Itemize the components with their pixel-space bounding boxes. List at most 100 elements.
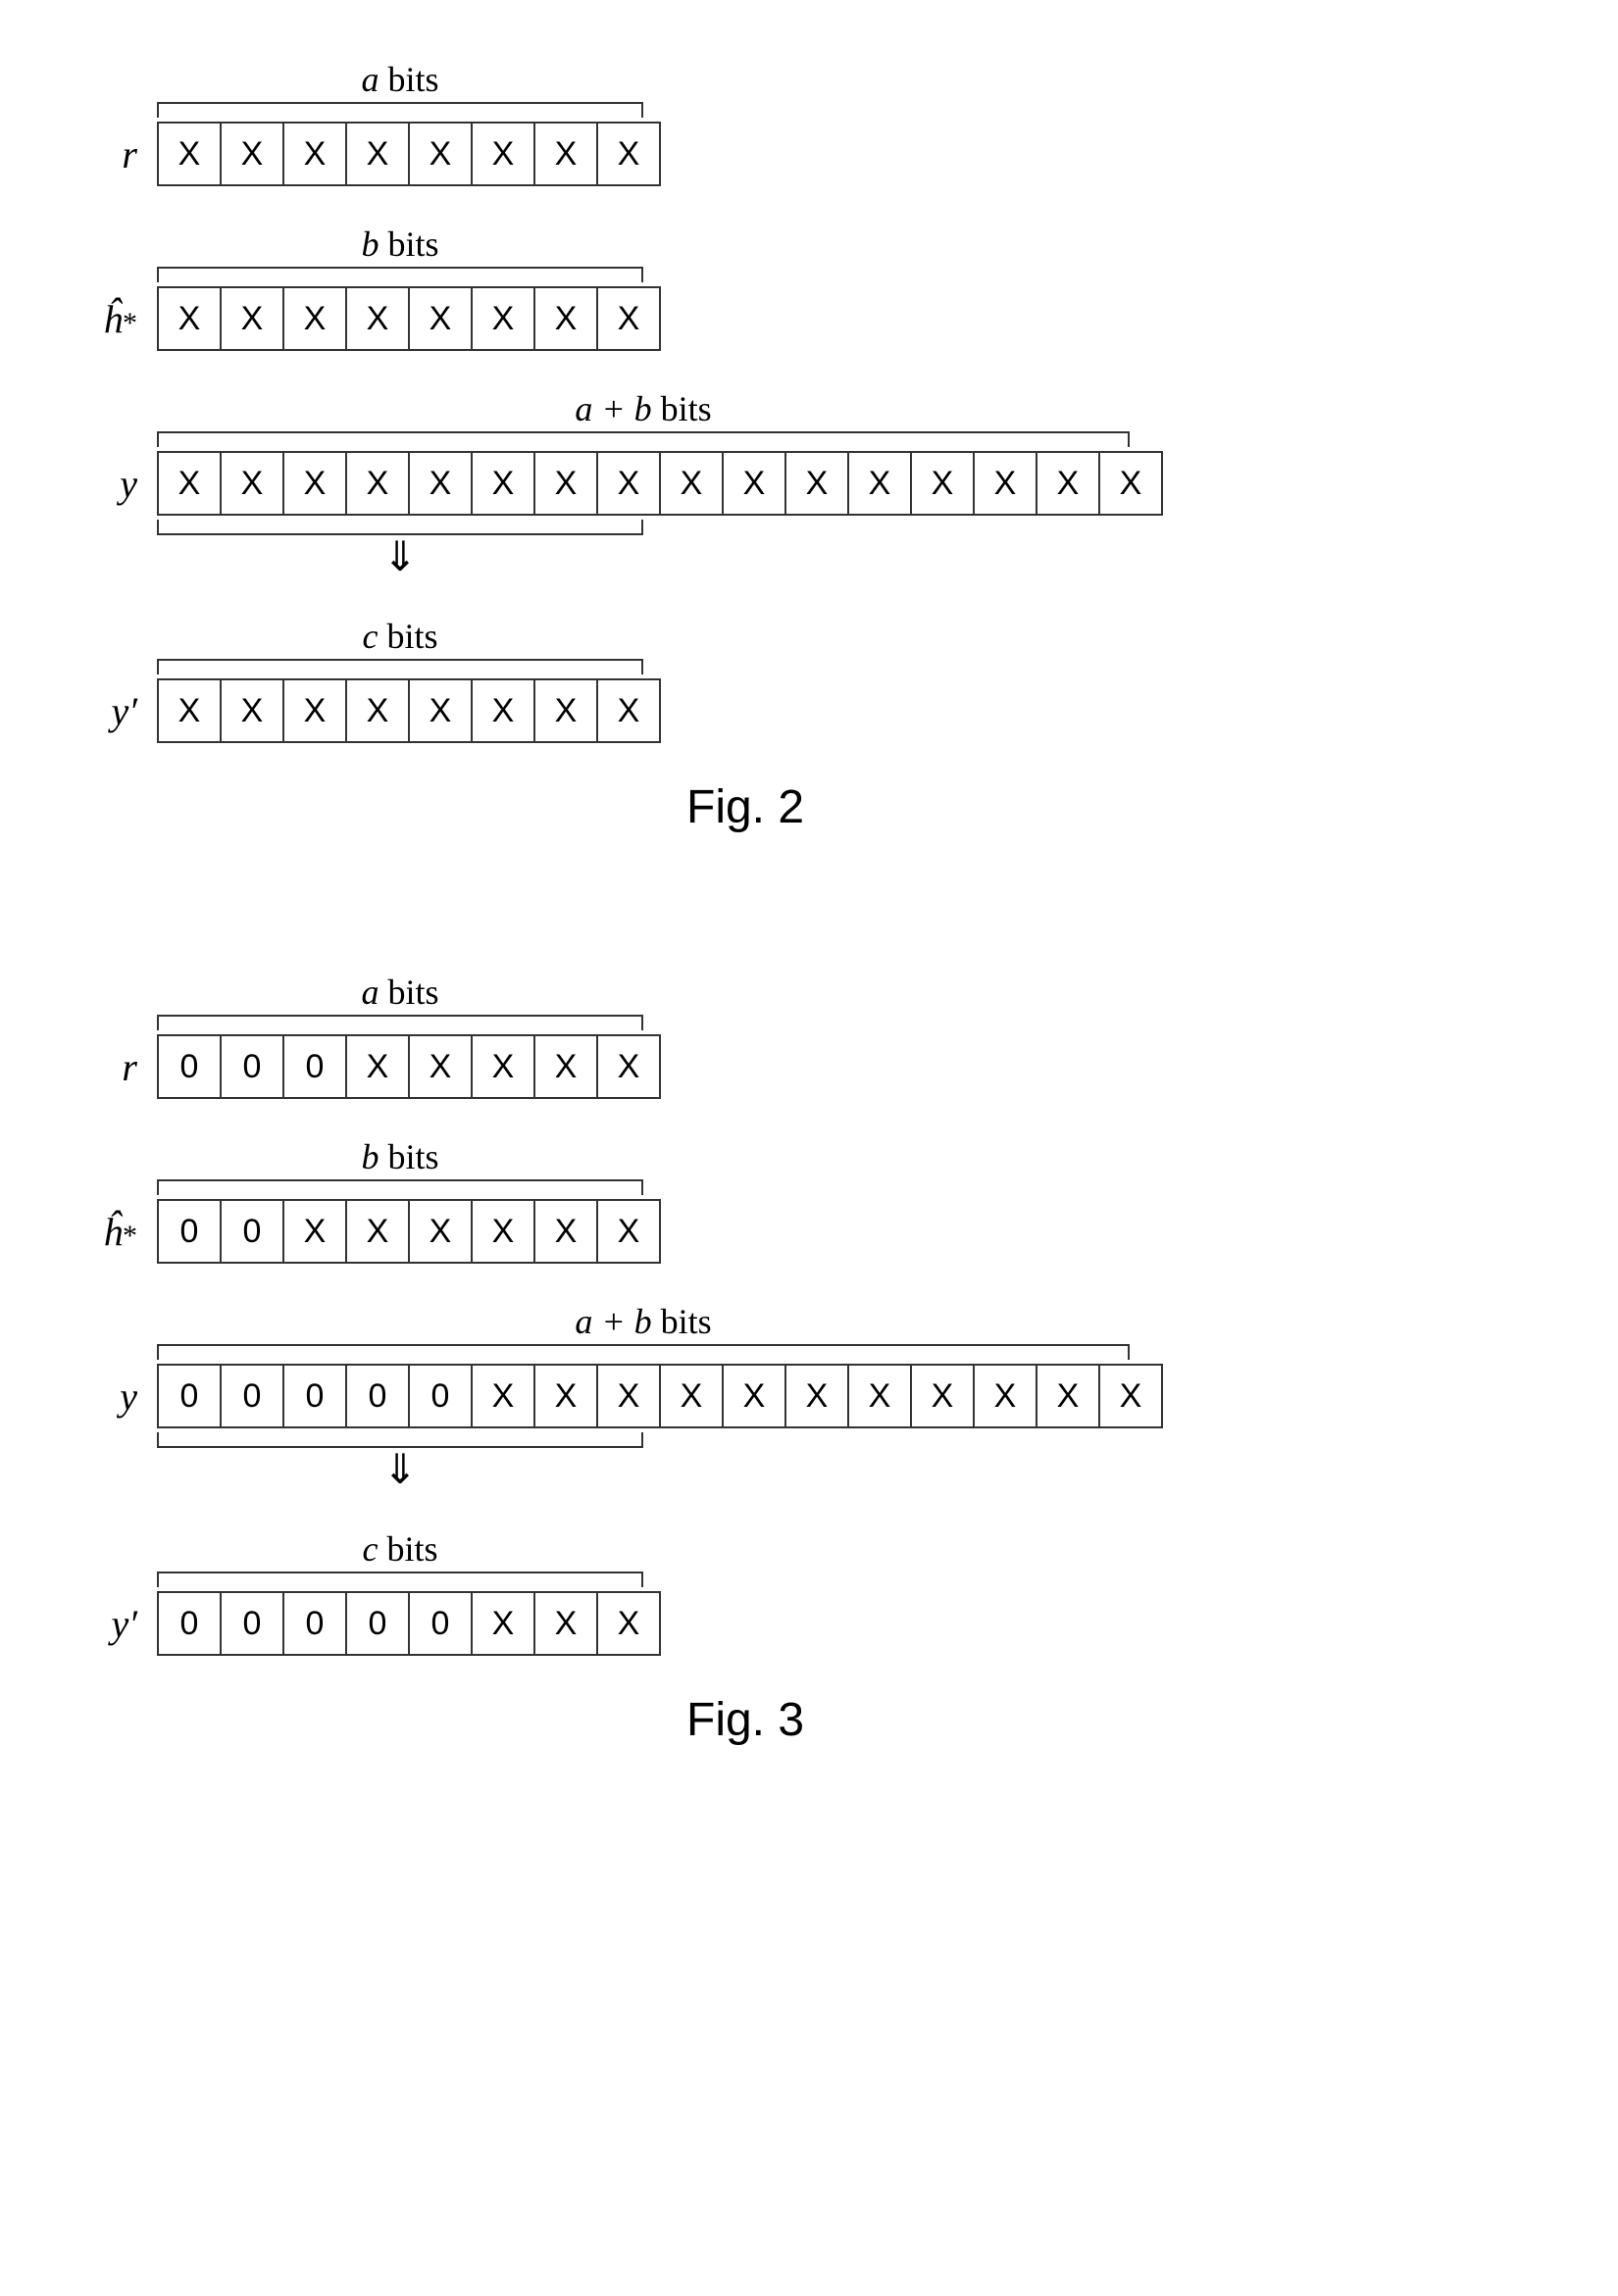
fig3-yprime-var-label: y′ xyxy=(78,1601,157,1647)
bit-cell: X xyxy=(157,286,220,351)
bit-cell: X xyxy=(1036,1364,1098,1428)
fig3-hstar-row: ĥ*00XXXXXX xyxy=(78,1199,1540,1264)
bit-cell: X xyxy=(596,1034,661,1099)
bit-cell: X xyxy=(533,122,596,186)
fig3-r-top-bracket: a bits xyxy=(157,972,643,1030)
bit-cell: X xyxy=(345,1199,408,1264)
bit-cell: X xyxy=(533,1034,596,1099)
bit-cell: X xyxy=(533,678,596,743)
fig2-y-row: yXXXXXXXXXXXXXXXX xyxy=(78,451,1540,516)
bit-cell: X xyxy=(345,451,408,516)
fig2-yprime-var-label: y′ xyxy=(78,688,157,734)
fig2-r-width-label: a bits xyxy=(157,59,643,100)
fig2-yprime-block: c bitsy′XXXXXXXX xyxy=(78,616,1540,743)
bit-cell: 0 xyxy=(157,1364,220,1428)
fig3-yprime-top-bracket: c bits xyxy=(157,1528,643,1587)
bracket-line xyxy=(157,520,643,535)
fig2: a bitsrXXXXXXXXb bitsĥ*XXXXXXXXa + b bit… xyxy=(78,59,1540,834)
bit-cell: X xyxy=(408,122,471,186)
bit-cell: X xyxy=(471,286,533,351)
fig3-y-bits: 00000XXXXXXXXXXX xyxy=(157,1364,1163,1428)
bit-cell: 0 xyxy=(282,1591,345,1656)
bit-cell: X xyxy=(220,451,282,516)
fig3-y-block: a + b bitsy00000XXXXXXXXXXX⇓ xyxy=(78,1301,1540,1491)
fig2-yprime-row: y′XXXXXXXX xyxy=(78,678,1540,743)
bit-cell: X xyxy=(1098,451,1163,516)
bit-cell: X xyxy=(659,451,722,516)
fig3-yprime-row: y′00000XXX xyxy=(78,1591,1540,1656)
fig2-hstar-top-bracket: b bits xyxy=(157,224,643,282)
fig3-y-bottom-bracket: ⇓ xyxy=(157,1432,643,1491)
bit-cell: 0 xyxy=(345,1364,408,1428)
bit-cell: X xyxy=(220,286,282,351)
fig3-hstar-block: b bitsĥ*00XXXXXX xyxy=(78,1136,1540,1264)
fig2-y-var-label: y xyxy=(78,461,157,507)
bit-cell: X xyxy=(282,1199,345,1264)
bit-cell: X xyxy=(345,678,408,743)
bit-cell: X xyxy=(722,451,784,516)
bit-cell: 0 xyxy=(408,1591,471,1656)
bracket-line xyxy=(157,1344,1130,1360)
bit-cell: 0 xyxy=(157,1199,220,1264)
bit-cell: X xyxy=(596,451,659,516)
bit-cell: X xyxy=(533,1364,596,1428)
bit-cell: X xyxy=(408,286,471,351)
bit-cell: 0 xyxy=(220,1199,282,1264)
fig3-y-var-label: y xyxy=(78,1373,157,1420)
bit-cell: X xyxy=(1098,1364,1163,1428)
bit-cell: X xyxy=(722,1364,784,1428)
fig3-yprime-width-label: c bits xyxy=(157,1528,643,1570)
bit-cell: 0 xyxy=(157,1591,220,1656)
fig3-r-width-label: a bits xyxy=(157,972,643,1013)
bit-cell: X xyxy=(157,122,220,186)
bracket-line xyxy=(157,102,643,118)
fig2-r-bits: XXXXXXXX xyxy=(157,122,661,186)
fig3-yprime-block: c bits y′00000XXX xyxy=(78,1528,1540,1656)
bit-cell: X xyxy=(345,286,408,351)
bit-cell: 0 xyxy=(220,1591,282,1656)
bit-cell: X xyxy=(973,1364,1036,1428)
fig2-hstar-block: b bits ĥ*XXXXXXXX xyxy=(78,224,1540,351)
fig3-hstar-var-label: ĥ* xyxy=(78,1209,157,1255)
fig3-hstar-top-bracket: b bits xyxy=(157,1136,643,1195)
bit-cell: 0 xyxy=(220,1364,282,1428)
bit-cell: X xyxy=(596,286,661,351)
diagram-root: a bitsrXXXXXXXXb bitsĥ*XXXXXXXXa + b bit… xyxy=(78,59,1540,1747)
bracket-line xyxy=(157,1432,643,1448)
bit-cell: X xyxy=(157,451,220,516)
fig2-hstar-width-label: b bits xyxy=(157,224,643,265)
down-arrow-icon: ⇓ xyxy=(157,1450,643,1491)
fig2-y-block: a + b bitsyXXXXXXXXXXXXXXXX⇓ xyxy=(78,388,1540,578)
bit-cell: X xyxy=(533,451,596,516)
bit-cell: X xyxy=(471,451,533,516)
bit-cell: X xyxy=(408,678,471,743)
bit-cell: X xyxy=(471,1199,533,1264)
bracket-line xyxy=(157,1572,643,1587)
fig3-r-bits: 000XXXXX xyxy=(157,1034,661,1099)
fig3-y-width-label: a + b bits xyxy=(157,1301,1130,1342)
bit-cell: X xyxy=(784,451,847,516)
fig2-y-bottom-bracket: ⇓ xyxy=(157,520,643,578)
down-arrow-icon: ⇓ xyxy=(157,537,643,578)
bit-cell: X xyxy=(847,451,910,516)
bit-cell: 0 xyxy=(157,1034,220,1099)
bracket-line xyxy=(157,659,643,674)
bit-cell: X xyxy=(345,1034,408,1099)
bit-cell: X xyxy=(408,1199,471,1264)
fig2-r-top-bracket: a bits xyxy=(157,59,643,118)
bit-cell: X xyxy=(408,1034,471,1099)
bit-cell: X xyxy=(596,1199,661,1264)
bit-cell: X xyxy=(220,678,282,743)
bit-cell: X xyxy=(220,122,282,186)
fig3-y-row: y00000XXXXXXXXXXX xyxy=(78,1364,1540,1428)
bit-cell: X xyxy=(282,122,345,186)
bracket-line xyxy=(157,267,643,282)
bit-cell: 0 xyxy=(220,1034,282,1099)
fig2-hstar-row: ĥ*XXXXXXXX xyxy=(78,286,1540,351)
fig2-r-var-label: r xyxy=(78,131,157,177)
bit-cell: X xyxy=(659,1364,722,1428)
fig3-r-row: r000XXXXX xyxy=(78,1034,1540,1099)
fig2-hstar-var-label: ĥ* xyxy=(78,296,157,342)
bit-cell: X xyxy=(533,1199,596,1264)
bracket-line xyxy=(157,431,1130,447)
